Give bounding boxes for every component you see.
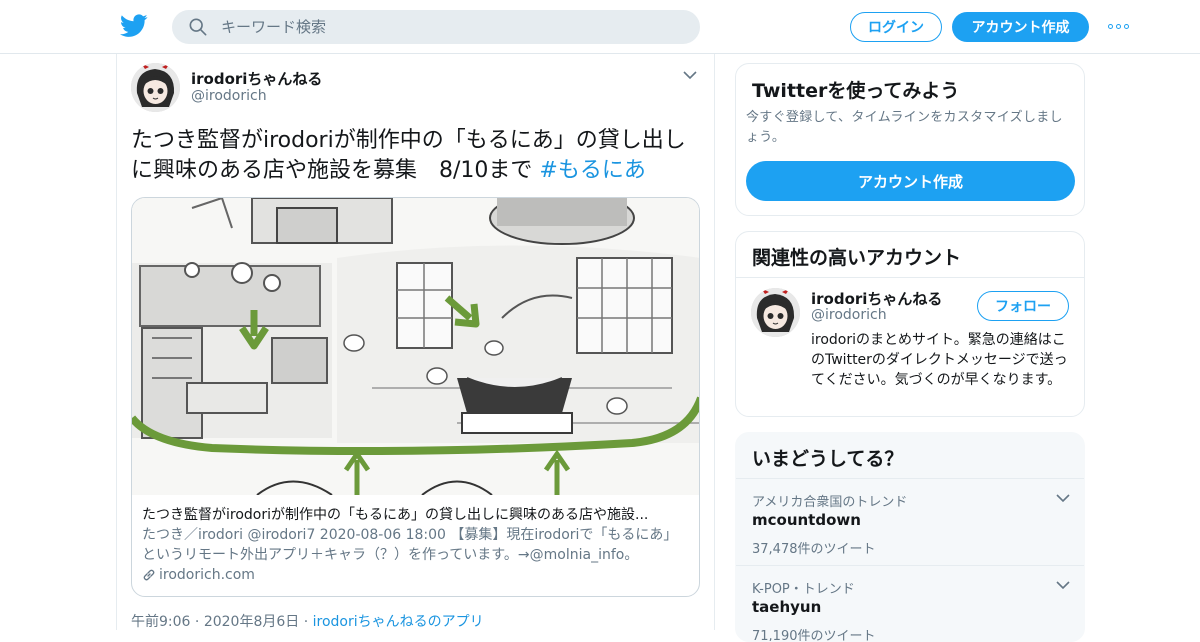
avatar[interactable] [751, 288, 800, 337]
link-icon [143, 569, 155, 581]
trend-count: 71,190件のツイート [752, 629, 876, 642]
related-accounts-module: 関連性の高いアカウント irodoriちゃんねる @irodorich フォロー… [735, 231, 1085, 417]
more-icon[interactable] [1108, 20, 1130, 32]
tweet: irodoriちゃんねる @irodorich たつき監督がirodoriが制作… [116, 54, 715, 630]
link-card[interactable]: たつき監督がirodoriが制作中の「もるにあ」の貸し出しに興味のある店や施設.… [131, 197, 700, 597]
signup-module-title: Twitterを使ってみよう [752, 80, 960, 102]
divider [736, 277, 1084, 278]
tweet-text: たつき監督がirodoriが制作中の「もるにあ」の貸し出しに興味のある店や施設を… [131, 126, 701, 186]
chevron-down-icon[interactable] [683, 70, 697, 80]
follow-button[interactable]: フォロー [977, 291, 1069, 321]
card-description: たつき／irodori @irodori7 2020-08-06 18:00 【… [142, 527, 678, 563]
trend-context: アメリカ合衆国のトレンド [752, 495, 908, 510]
login-button[interactable]: ログイン [850, 12, 942, 42]
search-icon [189, 18, 207, 36]
search-input[interactable] [221, 18, 661, 36]
tweet-date[interactable]: 2020年8月6日 [204, 614, 299, 630]
card-link[interactable]: irodorich.com [142, 567, 255, 583]
search-box[interactable] [172, 10, 700, 44]
trend-item[interactable]: K-POP・トレンド taehyun 71,190件のツイート [736, 565, 1084, 642]
screen-name[interactable]: @irodorich [191, 88, 267, 104]
card-illustration[interactable] [132, 198, 699, 496]
display-name[interactable]: irodoriちゃんねる [191, 68, 322, 89]
trends-title: いまどうしてる？ [752, 448, 904, 470]
trend-name[interactable]: taehyun [752, 598, 821, 616]
trend-context: K-POP・トレンド [752, 582, 855, 597]
source-app-link[interactable]: irodoriちゃんねるのアプリ [313, 614, 484, 630]
avatar[interactable] [131, 63, 180, 112]
related-account-bio: irodoriのまとめサイト。緊急の連絡はこのTwitterのダイレクトメッセー… [811, 332, 1068, 388]
tweet-time[interactable]: 午前9:06 [131, 614, 190, 630]
trend-count: 37,478件のツイート [752, 542, 876, 557]
related-account-handle[interactable]: @irodorich [811, 307, 887, 323]
related-accounts-title: 関連性の高いアカウント [752, 247, 962, 269]
twitter-bird-icon[interactable] [120, 13, 148, 39]
chevron-down-icon[interactable] [1056, 580, 1070, 590]
signup-button[interactable]: アカウント作成 [952, 12, 1089, 42]
signup-module: Twitterを使ってみよう 今すぐ登録して、タイムラインをカスタマイズしましょ… [735, 63, 1085, 216]
card-title[interactable]: たつき監督がirodoriが制作中の「もるにあ」の貸し出しに興味のある店や施設.… [142, 504, 690, 524]
tweet-timestamp: 午前9:06 · 2020年8月6日 · irodoriちゃんねるのアプリ [131, 614, 484, 630]
hashtag-link[interactable]: #もるにあ [539, 158, 645, 183]
create-account-button[interactable]: アカウント作成 [746, 161, 1075, 201]
chevron-down-icon[interactable] [1056, 493, 1070, 503]
signup-module-subtitle: 今すぐ登録して、タイムラインをカスタマイズしましょう。 [746, 110, 1063, 145]
trends-module: いまどうしてる？ アメリカ合衆国のトレンド mcountdown 37,478件… [735, 432, 1085, 642]
trend-item[interactable]: アメリカ合衆国のトレンド mcountdown 37,478件のツイート [736, 478, 1084, 565]
related-account-name[interactable]: irodoriちゃんねる [811, 288, 942, 309]
card-link-text[interactable]: irodorich.com [159, 567, 255, 583]
top-bar: ログイン アカウント作成 [0, 0, 1200, 54]
trend-name[interactable]: mcountdown [752, 511, 861, 529]
